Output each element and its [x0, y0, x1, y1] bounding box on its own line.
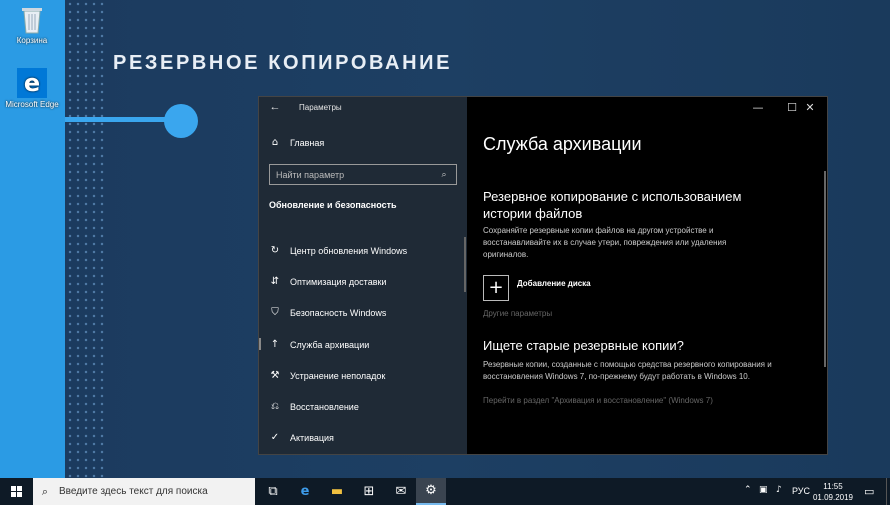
taskbar-store[interactable]: ⊞: [354, 478, 384, 505]
gear-icon: ⚙: [425, 483, 437, 498]
desktop-icon-recycle-bin[interactable]: Корзина: [4, 4, 60, 45]
back-arrow-icon[interactable]: ←: [267, 99, 283, 115]
clock[interactable]: 11:55 01.09.2019: [810, 481, 856, 503]
sidebar-item-label: Центр обновления Windows: [290, 245, 408, 256]
sidebar-item-label: Восстановление: [290, 402, 359, 413]
titlebar: ← Параметры: [259, 97, 467, 119]
sidebar-item-label: Активация: [290, 433, 334, 444]
add-disk-button[interactable]: + Добавление диска: [483, 275, 591, 301]
edge-icon: e: [300, 484, 310, 499]
file-history-title: Резервное копирование с использованием и…: [483, 189, 742, 221]
settings-content: — ☐ ✕ Служба архивации Резервное копиров…: [467, 97, 827, 454]
task-view-icon: ⧉: [268, 484, 278, 499]
volume-icon[interactable]: ♪: [776, 485, 782, 495]
close-button[interactable]: ✕: [793, 97, 827, 119]
search-icon[interactable]: ⌕: [438, 169, 450, 181]
refresh-icon: ↻: [270, 244, 280, 256]
sidebar-item-delivery-optimization[interactable]: ⇵ Оптимизация доставки: [269, 266, 459, 297]
old-backups-title: Ищете старые резервные копии?: [483, 338, 684, 353]
desktop-icon-label: Microsoft Edge: [5, 100, 59, 109]
backup-icon: ↑: [270, 338, 280, 350]
settings-search[interactable]: ⌕: [269, 164, 457, 185]
task-view-button[interactable]: ⧉: [258, 478, 288, 505]
sidebar-item-label: Безопасность Windows: [290, 308, 387, 319]
page-title: Служба архивации: [483, 134, 642, 154]
show-desktop-button[interactable]: [886, 478, 887, 505]
edge-icon: e: [17, 68, 47, 98]
minimize-button[interactable]: —: [741, 97, 775, 119]
clock-date: 01.09.2019: [812, 493, 854, 502]
clock-time: 11:55: [823, 482, 843, 491]
settings-window: ← Параметры ⌂ Главная ⌕ Обновление и без…: [258, 96, 828, 455]
chevron-up-icon[interactable]: ⌃: [744, 485, 752, 495]
taskbar-edge[interactable]: e: [290, 478, 320, 505]
notification-icon[interactable]: ▭: [864, 485, 874, 498]
other-params-link[interactable]: Другие параметры: [483, 309, 552, 318]
sidebar-item-label: Оптимизация доставки: [290, 276, 387, 287]
windows-logo-icon: [11, 486, 22, 497]
taskbar-explorer[interactable]: ▬: [322, 478, 352, 505]
language-indicator[interactable]: РУС: [792, 486, 810, 496]
desktop-icon-edge[interactable]: e Microsoft Edge: [4, 68, 60, 109]
mail-icon: ✉: [395, 484, 407, 499]
sidebar-item-windows-security[interactable]: ⛉ Безопасность Windows: [269, 298, 459, 329]
desktop-icon-label: Корзина: [16, 36, 48, 45]
check-circle-icon: ✓: [270, 432, 280, 444]
connector-dot: [164, 104, 198, 138]
desktop: Корзина e Microsoft Edge РЕЗЕРВНОЕ КОПИР…: [0, 0, 890, 478]
add-disk-label: Добавление диска: [517, 278, 591, 288]
wrench-icon: ⚒: [270, 369, 280, 381]
file-history-description: Сохраняйте резервные копии файлов на дру…: [483, 226, 727, 259]
dot-pattern: [66, 0, 104, 478]
network-icon[interactable]: ▣: [759, 485, 768, 495]
sidebar-nav: ↻ Центр обновления Windows ⇵ Оптимизация…: [259, 235, 459, 454]
sidebar-item-label: Устранение неполадок: [290, 370, 386, 381]
taskbar-search-input[interactable]: [59, 486, 249, 497]
plus-icon: +: [483, 275, 509, 301]
folder-icon: ▬: [330, 484, 344, 499]
home-link[interactable]: ⌂ Главная: [269, 137, 324, 149]
taskbar-search[interactable]: ⌕: [33, 478, 255, 505]
home-icon: ⌂: [271, 137, 279, 148]
sidebar-item-backup[interactable]: ↑ Служба архивации: [259, 329, 459, 360]
window-title: Параметры: [299, 103, 342, 112]
content-scrollbar[interactable]: [824, 171, 826, 367]
page-headline: РЕЗЕРВНОЕ КОПИРОВАНИЕ: [113, 52, 453, 74]
settings-sidebar: ← Параметры ⌂ Главная ⌕ Обновление и без…: [259, 97, 467, 454]
sidebar-item-activation[interactable]: ✓ Активация: [269, 423, 459, 454]
sidebar-item-windows-update[interactable]: ↻ Центр обновления Windows: [269, 235, 459, 266]
sidebar-section-title: Обновление и безопасность: [269, 200, 397, 210]
sidebar-scrollbar[interactable]: [464, 237, 466, 292]
recovery-icon: ⎌: [271, 401, 279, 413]
home-label: Главная: [290, 138, 325, 148]
delivery-icon: ⇵: [270, 275, 280, 287]
settings-search-input[interactable]: [276, 169, 426, 180]
start-button[interactable]: [0, 478, 33, 505]
taskbar: ⌕ ⧉ e ▬ ⊞ ✉ ⚙ ⌃ ▣ ♪ РУС 11:55 01.09.2019…: [0, 478, 890, 505]
sidebar-item-recovery[interactable]: ⎌ Восстановление: [269, 391, 459, 422]
store-icon: ⊞: [363, 484, 375, 499]
sidebar-item-label: Служба архивации: [290, 339, 370, 350]
recycle-bin-icon: [19, 4, 45, 34]
windows7-backup-link[interactable]: Перейти в раздел "Архивация и восстановл…: [483, 396, 713, 405]
taskbar-mail[interactable]: ✉: [386, 478, 416, 505]
old-backups-description: Резервные копии, созданные с помощью сре…: [483, 360, 772, 381]
taskbar-settings[interactable]: ⚙: [416, 478, 446, 505]
sidebar-item-troubleshoot[interactable]: ⚒ Устранение неполадок: [269, 360, 459, 391]
shield-icon: ⛉: [271, 307, 279, 319]
search-icon: ⌕: [41, 484, 49, 498]
